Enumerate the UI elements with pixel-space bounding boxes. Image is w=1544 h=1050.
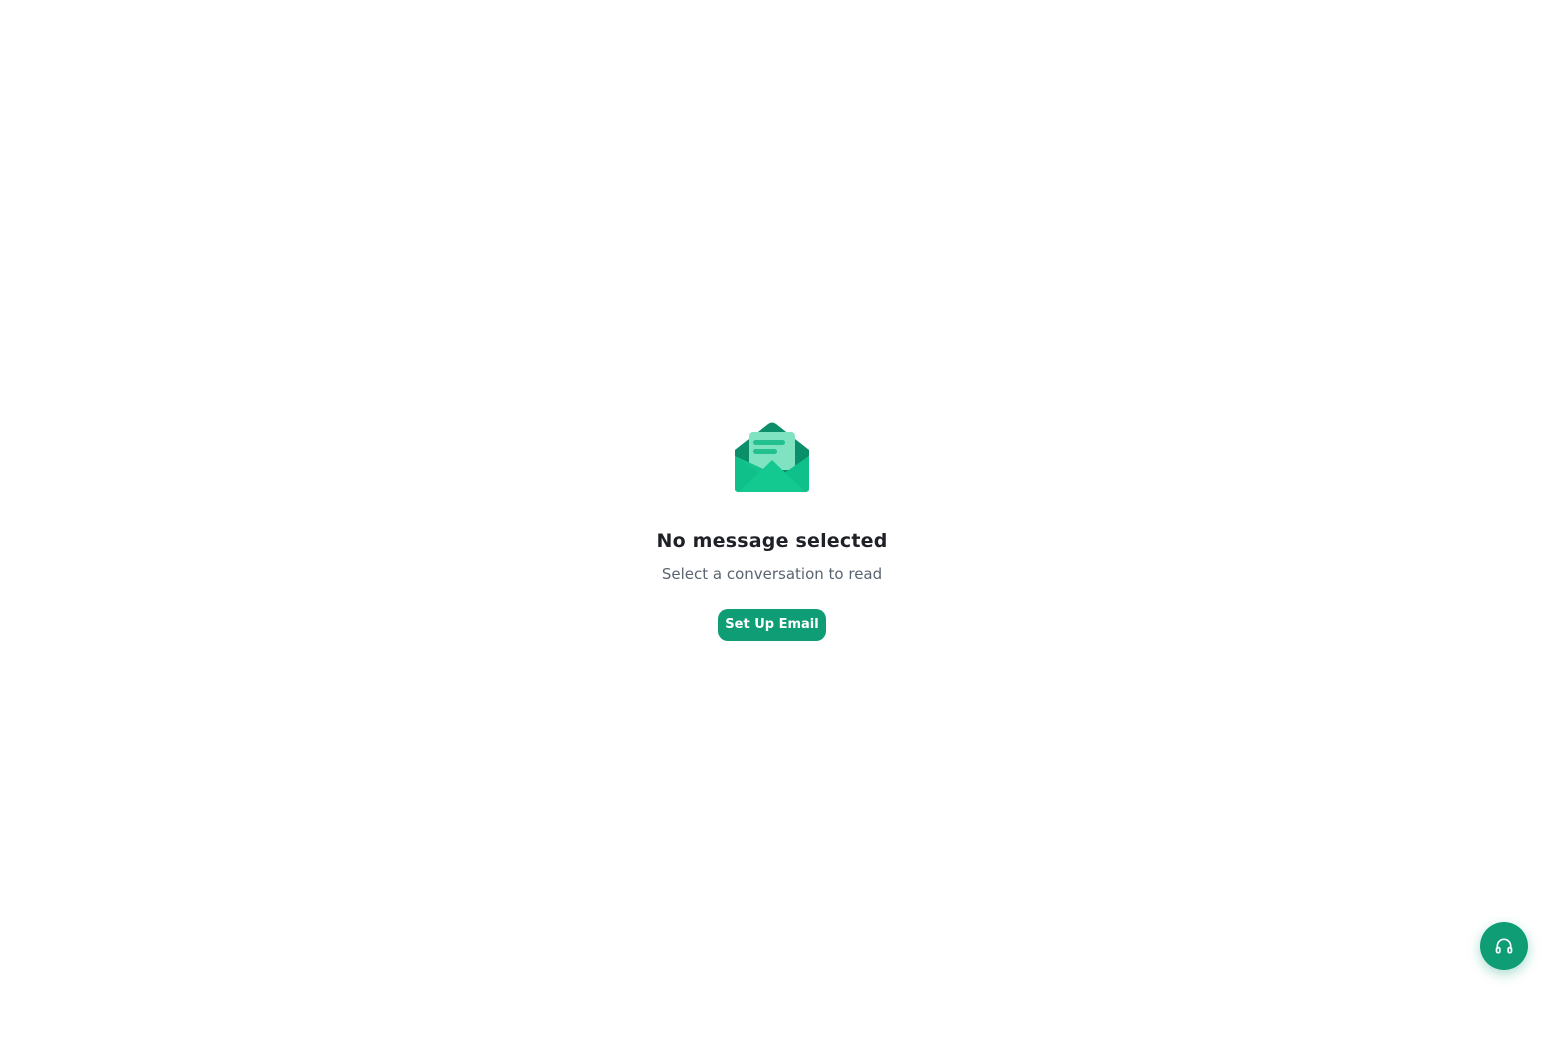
support-button[interactable] <box>1480 922 1528 970</box>
headphones-icon <box>1494 936 1514 956</box>
page: No message selected Select a conversatio… <box>0 0 1544 1050</box>
empty-state-subtitle: Select a conversation to read <box>661 565 883 583</box>
set-up-email-button[interactable]: Set Up Email <box>718 609 826 641</box>
empty-state: No message selected Select a conversatio… <box>0 0 1544 1050</box>
empty-state-title: No message selected <box>656 530 888 552</box>
open-envelope-icon <box>733 420 811 494</box>
